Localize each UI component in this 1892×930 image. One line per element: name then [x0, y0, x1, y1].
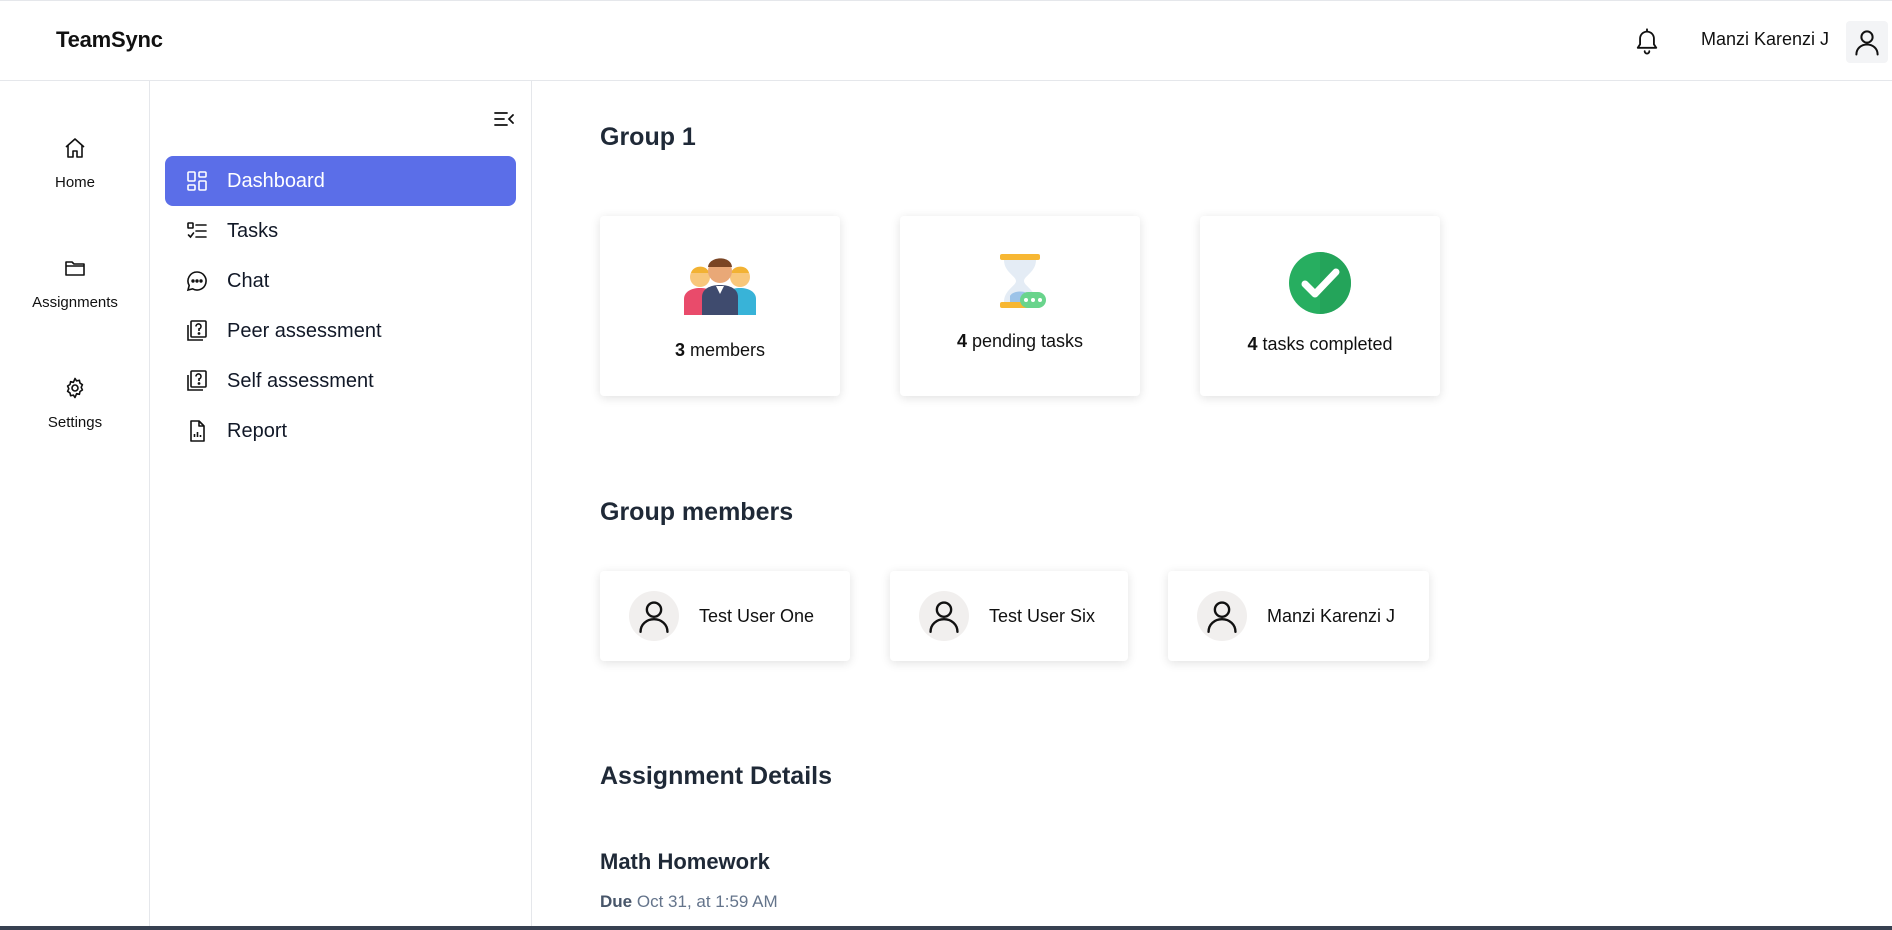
nav-label-dashboard: Dashboard: [227, 169, 325, 192]
stat-pending-text: 4 pending tasks: [900, 331, 1140, 352]
member-name: Test User Six: [989, 605, 1096, 626]
member-card[interactable]: Manzi Karenzi J: [1168, 571, 1429, 661]
stat-completed-text: 4 tasks completed: [1200, 334, 1440, 355]
main-content: Group 1 3 members 4 pending tasks 4 task…: [533, 81, 1892, 930]
stat-completed-label: tasks completed: [1262, 334, 1393, 354]
collapse-menu-icon[interactable]: [492, 107, 516, 131]
member-avatar-icon: [919, 591, 969, 641]
assignment-details-title: Assignment Details: [600, 762, 833, 790]
member-avatar-icon: [629, 591, 679, 641]
rail-label-settings: Settings: [47, 414, 103, 431]
nav-item-peer-assessment[interactable]: Peer assessment: [165, 306, 516, 356]
stat-members-text: 3 members: [600, 340, 840, 361]
stat-members-label: members: [690, 340, 766, 360]
assignment-name[interactable]: Math Homework: [600, 849, 770, 875]
rail-item-assignments[interactable]: Assignments: [0, 256, 150, 311]
notification-bell-icon[interactable]: [1633, 27, 1661, 57]
stat-completed-count: 4: [1247, 334, 1258, 354]
dashboard-icon: [185, 169, 209, 193]
side-nav: Dashboard Tasks Chat Peer assessment Sel…: [150, 81, 532, 930]
nav-label-self-assessment: Self assessment: [227, 369, 374, 392]
nav-item-dashboard[interactable]: Dashboard: [165, 156, 516, 206]
team-illustration-icon: [684, 258, 756, 315]
member-name: Test User One: [699, 605, 815, 626]
stat-pending-label: pending tasks: [971, 331, 1084, 351]
nav-item-report[interactable]: Report: [165, 406, 516, 456]
brand-logo[interactable]: TeamSync: [56, 27, 163, 53]
top-bar: TeamSync Manzi Karenzi J: [0, 0, 1892, 81]
home-icon: [65, 138, 85, 158]
member-card[interactable]: Test User One: [600, 571, 850, 661]
nav-item-chat[interactable]: Chat: [165, 256, 516, 306]
hourglass-illustration-icon: [1000, 254, 1046, 308]
group-members-title: Group members: [600, 498, 794, 526]
member-card[interactable]: Test User Six: [890, 571, 1128, 661]
rail-item-settings[interactable]: Settings: [0, 376, 150, 431]
self-assessment-icon: [185, 369, 209, 393]
peer-assessment-icon: [185, 319, 209, 343]
rail-label-assignments: Assignments: [32, 294, 118, 311]
stat-card-completed[interactable]: 4 tasks completed: [1200, 216, 1440, 396]
nav-item-tasks[interactable]: Tasks: [165, 206, 516, 256]
nav-label-tasks: Tasks: [227, 219, 279, 242]
nav-label-report: Report: [227, 419, 288, 442]
stat-card-pending[interactable]: 4 pending tasks: [900, 216, 1140, 396]
nav-label-chat: Chat: [227, 269, 270, 292]
check-circle-illustration-icon: [1289, 252, 1351, 314]
assignment-due-label: Due: [600, 892, 633, 911]
icon-rail: Home Assignments Settings: [0, 81, 150, 930]
stat-card-members[interactable]: 3 members: [600, 216, 840, 396]
chat-icon: [185, 269, 209, 293]
bottom-edge: [0, 926, 1892, 930]
member-avatar-icon: [1197, 591, 1247, 641]
assignment-due-value: Oct 31, at 1:59 AM: [636, 892, 778, 911]
tasks-icon: [185, 219, 209, 243]
stat-members-count: 3: [674, 340, 685, 360]
assignment-due: Due Oct 31, at 1:59 AM: [600, 892, 778, 912]
gear-icon: [66, 377, 84, 399]
stat-pending-count: 4: [956, 331, 967, 351]
nav-item-self-assessment[interactable]: Self assessment: [165, 356, 516, 406]
group-title: Group 1: [600, 123, 696, 151]
member-name: Manzi Karenzi J: [1267, 605, 1396, 626]
user-avatar-icon[interactable]: [1846, 21, 1888, 63]
user-name[interactable]: Manzi Karenzi J: [1701, 29, 1829, 50]
folder-icon: [65, 261, 85, 276]
rail-item-home[interactable]: Home: [0, 136, 150, 191]
rail-label-home: Home: [54, 174, 95, 191]
nav-label-peer-assessment: Peer assessment: [227, 319, 382, 342]
report-icon: [185, 419, 209, 443]
